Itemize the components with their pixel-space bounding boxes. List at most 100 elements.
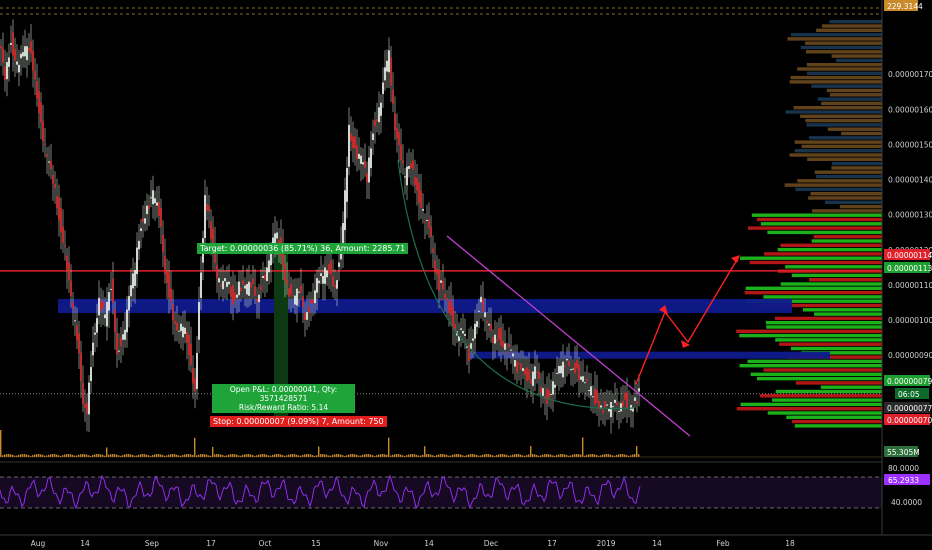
candle-body bbox=[592, 396, 594, 398]
candle-body bbox=[594, 388, 596, 405]
volume-bar bbox=[350, 454, 352, 457]
price-tick-label: 0.00000150 bbox=[888, 140, 932, 149]
candle-body bbox=[580, 376, 582, 380]
candle-body bbox=[346, 167, 348, 202]
profile-bar bbox=[814, 170, 882, 174]
candle-body bbox=[110, 288, 112, 290]
profile-bar bbox=[805, 118, 882, 123]
volume-bar bbox=[622, 454, 624, 457]
volume-bar bbox=[64, 454, 66, 457]
volume-bar bbox=[96, 454, 98, 457]
candle-body bbox=[284, 264, 286, 280]
candle-body bbox=[610, 402, 612, 418]
volume-bar bbox=[290, 454, 292, 457]
volume-bar bbox=[232, 454, 234, 457]
candle-body bbox=[216, 264, 218, 279]
volume-bar bbox=[248, 454, 250, 457]
candle-body bbox=[286, 279, 288, 285]
profile-bar bbox=[740, 402, 882, 407]
volume-bar bbox=[236, 454, 238, 457]
volume-bar bbox=[296, 454, 298, 457]
profile-bar bbox=[790, 75, 882, 80]
candle-body bbox=[68, 262, 70, 281]
volume-bar bbox=[200, 454, 202, 457]
profile-bar bbox=[806, 50, 882, 54]
candle-body bbox=[42, 121, 44, 142]
volume-bar bbox=[396, 454, 398, 457]
volume-bar bbox=[520, 454, 522, 457]
time-tick-label: 17 bbox=[206, 539, 216, 548]
volume-bar bbox=[428, 454, 430, 457]
volume-bar bbox=[20, 454, 22, 457]
volume-bar bbox=[410, 454, 412, 457]
candle-body bbox=[98, 297, 100, 316]
candle-body bbox=[50, 160, 52, 170]
price-tick-label: 0.00000160 bbox=[888, 105, 932, 114]
time-tick-label: Feb bbox=[716, 539, 730, 548]
candle-body bbox=[58, 197, 60, 221]
candle-body bbox=[490, 323, 492, 331]
candle-body bbox=[434, 260, 436, 273]
candle-body bbox=[92, 342, 94, 356]
profile-bar bbox=[744, 290, 882, 295]
candle-body bbox=[378, 107, 380, 123]
candle-body bbox=[512, 353, 514, 357]
volume-bar bbox=[162, 454, 164, 457]
candle-body bbox=[120, 337, 122, 347]
candle-body bbox=[360, 155, 362, 164]
chart-window[interactable]: 0.00000170 0.00000160 0.00000150 0.00000140… bbox=[0, 0, 932, 550]
volume-bar bbox=[368, 454, 370, 457]
candle-body bbox=[164, 255, 166, 275]
candle-body bbox=[72, 301, 74, 309]
candle-body bbox=[338, 262, 340, 267]
candle-body bbox=[500, 327, 502, 346]
volume-bar bbox=[408, 454, 410, 457]
candle-body bbox=[472, 338, 474, 341]
profile-bar bbox=[787, 37, 882, 41]
candle-body bbox=[86, 402, 88, 414]
candle-body bbox=[584, 382, 586, 384]
candle-body bbox=[94, 332, 96, 335]
candle-body bbox=[34, 70, 36, 80]
candle-body bbox=[4, 66, 6, 81]
candle-body bbox=[74, 320, 76, 322]
projection-path bbox=[635, 257, 739, 385]
profile-bar bbox=[759, 394, 882, 398]
volume-bars bbox=[0, 430, 882, 458]
profile-bar bbox=[789, 153, 882, 157]
candle-body bbox=[168, 272, 170, 298]
candle-body bbox=[380, 102, 382, 116]
profile-bar bbox=[786, 415, 882, 419]
profile-bar bbox=[766, 325, 882, 329]
volume-bar bbox=[168, 454, 170, 457]
open-pnl-box: Open P&L: 0.00000041, Qty: 3571428571 Ri… bbox=[212, 384, 355, 413]
price-chart[interactable]: 0.00000170 0.00000160 0.00000150 0.00000140… bbox=[0, 0, 932, 550]
volume-bar bbox=[560, 454, 562, 457]
axis-price-badge-text: 55.305M bbox=[887, 448, 920, 457]
volume-bar bbox=[386, 454, 388, 457]
candle-body bbox=[376, 119, 378, 122]
volume-bar bbox=[602, 454, 604, 457]
profile-bar bbox=[811, 239, 882, 243]
profile-bar bbox=[800, 114, 882, 118]
candle-body bbox=[440, 280, 442, 283]
volume-bar bbox=[322, 454, 324, 457]
volume-bar bbox=[220, 454, 222, 457]
volume-bar bbox=[604, 454, 606, 457]
candle-body bbox=[424, 221, 426, 223]
volume-bar bbox=[500, 454, 502, 457]
candle-body bbox=[172, 304, 174, 321]
candle-body bbox=[88, 382, 90, 415]
candle-body bbox=[368, 157, 370, 183]
candle-body bbox=[374, 120, 376, 127]
profile-bar bbox=[795, 381, 882, 385]
candle-body bbox=[116, 332, 118, 355]
candle-body bbox=[428, 219, 430, 228]
volume-bar bbox=[8, 454, 10, 457]
profile-bar bbox=[785, 110, 882, 114]
candle-body bbox=[344, 190, 346, 231]
volume-bar bbox=[590, 454, 592, 457]
candle-body bbox=[314, 290, 316, 304]
candle-body bbox=[622, 401, 624, 407]
profile-bar bbox=[785, 265, 882, 269]
